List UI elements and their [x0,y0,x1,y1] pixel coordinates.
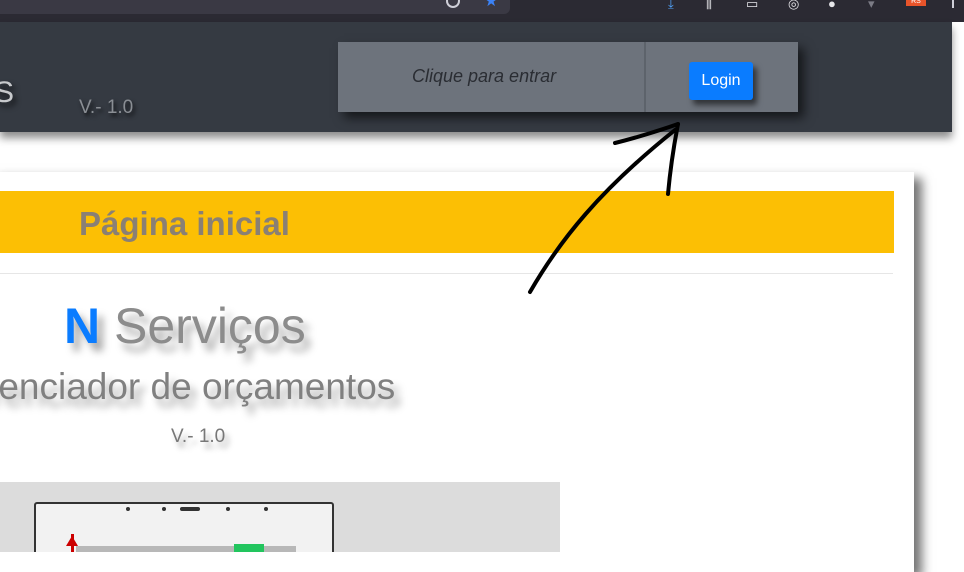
camera-dot [264,507,268,511]
app-subtitle: renciador de orçamentos [0,366,396,407]
brand-title: S [0,76,15,109]
company-initial: N [64,298,101,354]
mask-icon[interactable]: ● [828,0,836,10]
page-title-bar: Página inicial [0,191,894,253]
login-button[interactable]: Login [689,62,753,100]
login-panel: Clique para entrar Login [338,42,798,112]
bookmark-star-icon[interactable]: ★ [484,0,498,10]
laptop-illustration [0,482,560,552]
green-block [234,544,264,552]
rss-icon[interactable]: RS [906,0,926,6]
reload-icon[interactable] [446,0,460,8]
header-version: V.- 1.0 [79,97,134,118]
page-title: Página inicial [79,205,290,242]
hand-drawn-arrow [528,122,680,294]
company-name: Serviços [114,298,306,354]
library-icon[interactable]: ⫼ [706,0,712,10]
camera-dot [126,507,130,511]
menu-icon[interactable] [952,0,954,8]
camera-dot [226,507,230,511]
camera-dot [162,507,166,511]
camera-lens [180,507,200,511]
login-hint: Clique para entrar [412,66,557,86]
laptop-image [34,502,334,552]
login-divider [644,42,646,112]
content-version: V.- 1.0 [171,426,226,447]
axis-arrow-icon [66,536,78,546]
browser-toolbar: ★ ⤓ ⫼ ▭ ◎ ● ▾ RS [0,0,964,22]
url-bar[interactable]: ★ [0,0,510,14]
divider [0,273,893,274]
sidebar-icon[interactable]: ▭ [746,0,758,10]
download-icon[interactable]: ⤓ [668,0,674,10]
dropdown-icon[interactable]: ▾ [868,0,875,10]
shield-icon[interactable]: ◎ [788,0,799,10]
company-heading: N Serviços [64,298,306,354]
